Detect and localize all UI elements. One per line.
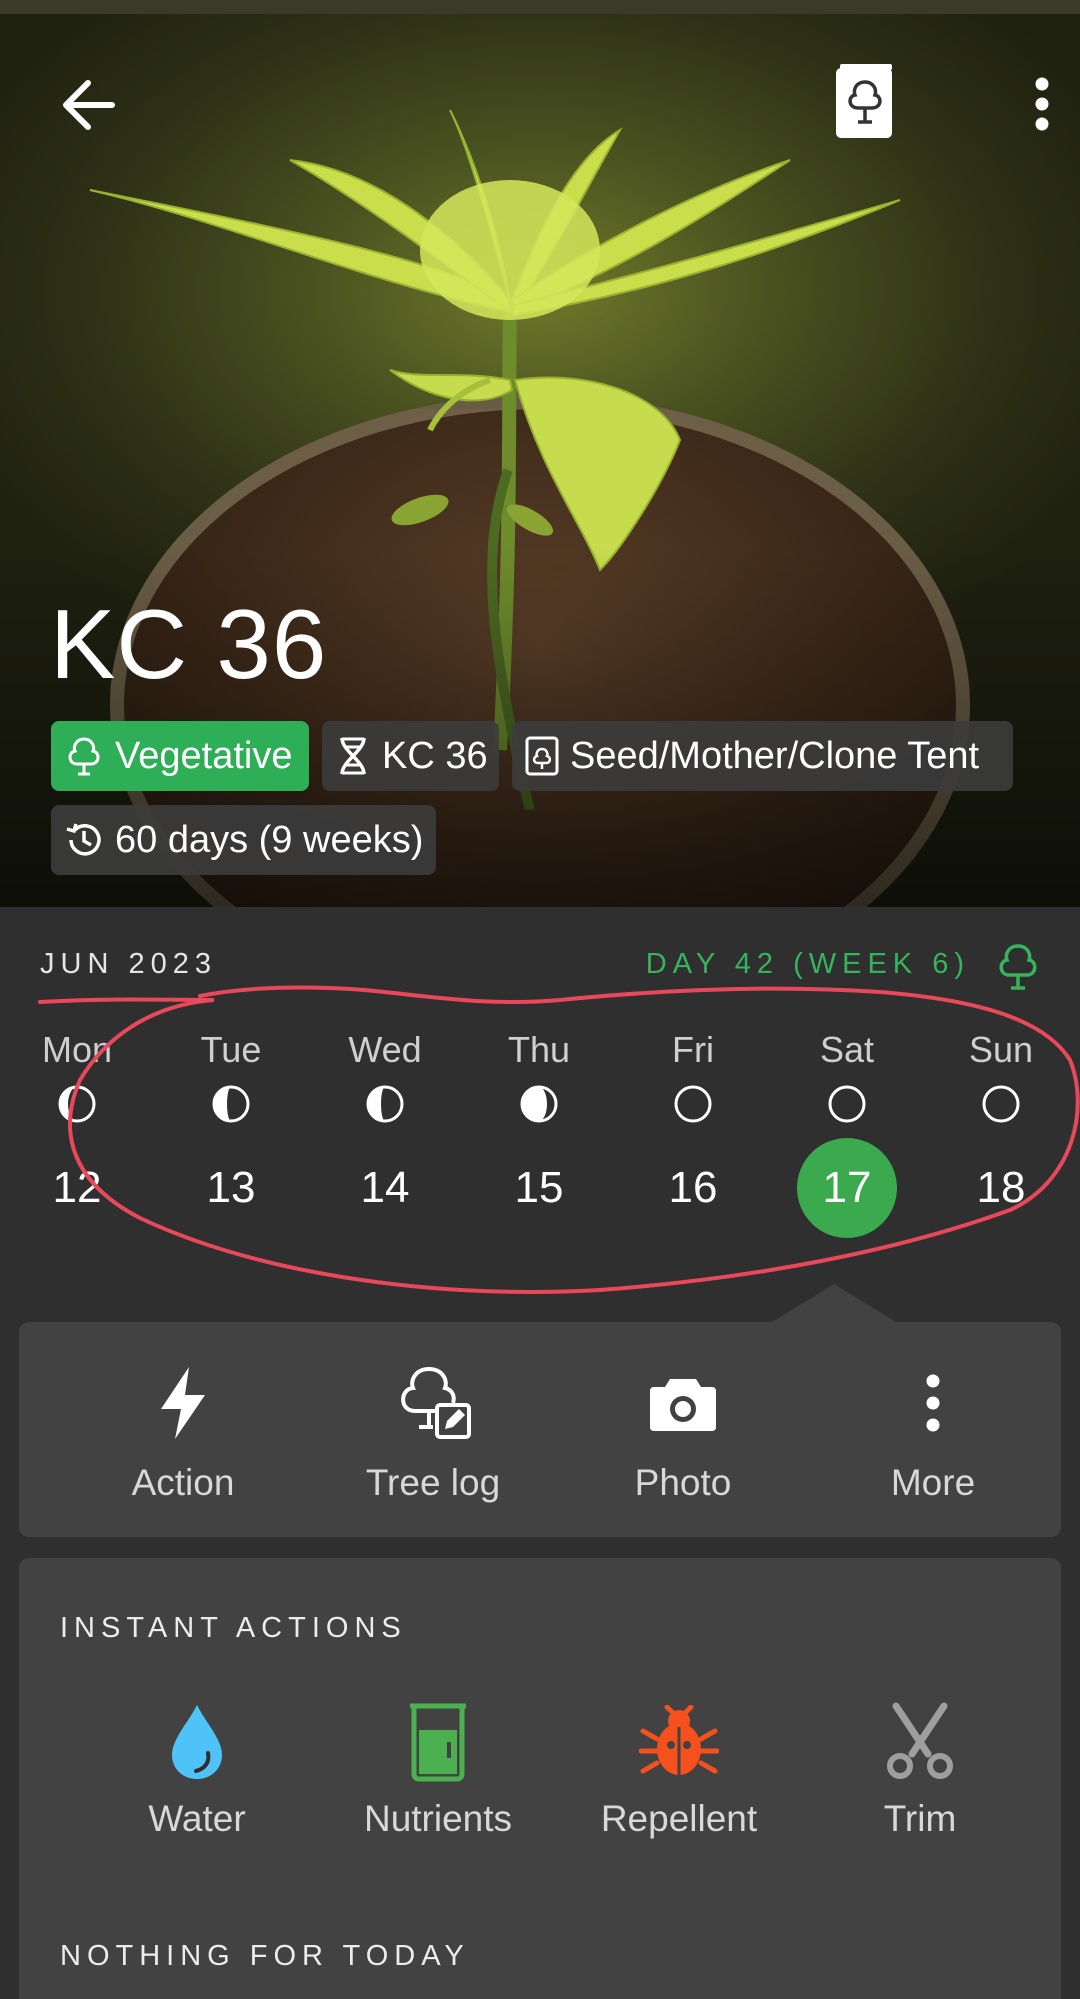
nutrients-button[interactable]: Nutrients bbox=[323, 1700, 553, 1840]
dna-icon bbox=[340, 737, 366, 775]
stage-chip[interactable]: Vegetative bbox=[51, 721, 309, 791]
arrow-back-icon bbox=[63, 80, 115, 130]
back-button[interactable] bbox=[48, 70, 128, 140]
location-chip[interactable]: Seed/Mother/Clone Tent bbox=[512, 721, 1013, 791]
more-vertical-icon bbox=[926, 1374, 940, 1432]
plant-journal-button[interactable] bbox=[826, 58, 904, 144]
repellent-label: Repellent bbox=[600, 1798, 758, 1839]
tent-icon bbox=[525, 736, 559, 776]
nutrients-label: Nutrients bbox=[363, 1798, 513, 1839]
action-button[interactable]: Action bbox=[58, 1362, 308, 1504]
more-label: More bbox=[890, 1462, 976, 1503]
day-number: 12 bbox=[52, 1163, 102, 1212]
day-mon[interactable]: Mon 12 bbox=[0, 1028, 154, 1238]
day-name: Tue bbox=[200, 1029, 262, 1070]
history-icon bbox=[66, 823, 101, 856]
day-name: Sun bbox=[968, 1029, 1034, 1070]
repellent-button[interactable]: Repellent bbox=[564, 1700, 794, 1840]
day-number-selected: 17 bbox=[797, 1138, 897, 1238]
moon-phase-icon bbox=[674, 1085, 712, 1123]
day-thu[interactable]: Thu 15 bbox=[462, 1028, 616, 1238]
day-name: Sat bbox=[819, 1029, 875, 1070]
more-vertical-icon bbox=[1035, 77, 1049, 131]
day-number: 15 bbox=[514, 1163, 564, 1212]
water-drop-icon bbox=[172, 1705, 222, 1779]
tree-log-label: Tree log bbox=[365, 1462, 501, 1503]
overflow-menu-button[interactable] bbox=[1012, 68, 1072, 140]
trim-button[interactable]: Trim bbox=[805, 1700, 1035, 1840]
action-label: Action bbox=[131, 1462, 235, 1503]
location-label: Seed/Mother/Clone Tent bbox=[570, 734, 980, 777]
day-number: 16 bbox=[668, 1163, 718, 1212]
card-pointer bbox=[772, 1284, 896, 1322]
trim-label: Trim bbox=[883, 1798, 957, 1839]
day-number: 18 bbox=[976, 1163, 1026, 1212]
moon-phase-icon bbox=[212, 1085, 250, 1123]
stage-tree-icon bbox=[999, 944, 1037, 990]
week-strip: Mon 12 Tue 13 Wed 14 Thu 15 Fri 16 Sat 1… bbox=[0, 1028, 1080, 1238]
plant-detail-screen: KC 36 Vegetative KC 36 Seed/Mother/Clone… bbox=[0, 0, 1080, 1999]
instant-actions-title: INSTANT ACTIONS bbox=[60, 1612, 407, 1644]
moon-phase-icon bbox=[982, 1085, 1020, 1123]
photo-button[interactable]: Photo bbox=[558, 1362, 808, 1504]
day-week-label: DAY 42 (WEEK 6) bbox=[645, 948, 970, 980]
photo-label: Photo bbox=[634, 1462, 732, 1503]
more-button[interactable]: More bbox=[808, 1362, 1058, 1504]
stage-label: Vegetative bbox=[115, 734, 293, 777]
strain-label: KC 36 bbox=[382, 734, 488, 777]
day-number: 14 bbox=[360, 1163, 410, 1212]
day-number: 13 bbox=[206, 1163, 256, 1212]
tree-log-icon bbox=[401, 1367, 471, 1439]
beaker-icon bbox=[410, 1703, 466, 1782]
day-name: Thu bbox=[507, 1029, 571, 1070]
water-label: Water bbox=[148, 1798, 246, 1839]
day-sat[interactable]: Sat 17 bbox=[770, 1028, 924, 1238]
status-bar bbox=[0, 0, 1080, 14]
day-wed[interactable]: Wed 14 bbox=[308, 1028, 462, 1238]
day-tue[interactable]: Tue 13 bbox=[154, 1028, 308, 1238]
moon-phase-icon bbox=[828, 1085, 866, 1123]
journal-tree-icon bbox=[836, 64, 892, 138]
plant-name-title: KC 36 bbox=[50, 589, 328, 699]
day-name: Wed bbox=[348, 1029, 422, 1070]
calendar-month[interactable]: JUN 2023 bbox=[40, 948, 217, 981]
nothing-for-today-text: NOTHING FOR TODAY bbox=[60, 1940, 470, 1972]
day-fri[interactable]: Fri 16 bbox=[616, 1028, 770, 1238]
scissors-icon bbox=[887, 1702, 953, 1779]
age-label: 60 days (9 weeks) bbox=[115, 818, 424, 861]
plant-photo-header[interactable]: KC 36 Vegetative KC 36 Seed/Mother/Clone… bbox=[0, 0, 1080, 907]
day-name: Fri bbox=[672, 1029, 714, 1070]
tree-log-button[interactable]: Tree log bbox=[308, 1362, 558, 1504]
water-button[interactable]: Water bbox=[82, 1700, 312, 1840]
tree-icon bbox=[68, 737, 100, 776]
instant-actions-card: INSTANT ACTIONS Water Nutrients Repellen… bbox=[19, 1558, 1061, 1999]
day-sun[interactable]: Sun 18 bbox=[924, 1028, 1078, 1238]
quick-actions-card: Action Tree log Photo More bbox=[19, 1322, 1061, 1537]
lightning-icon bbox=[161, 1367, 205, 1439]
strain-chip[interactable]: KC 36 bbox=[322, 721, 499, 791]
day-name: Mon bbox=[41, 1029, 113, 1070]
moon-phase-icon bbox=[366, 1085, 404, 1123]
bug-icon bbox=[639, 1705, 719, 1775]
age-chip[interactable]: 60 days (9 weeks) bbox=[51, 805, 436, 875]
camera-icon bbox=[650, 1379, 716, 1431]
moon-phase-icon bbox=[58, 1085, 96, 1123]
moon-phase-icon bbox=[520, 1085, 558, 1123]
